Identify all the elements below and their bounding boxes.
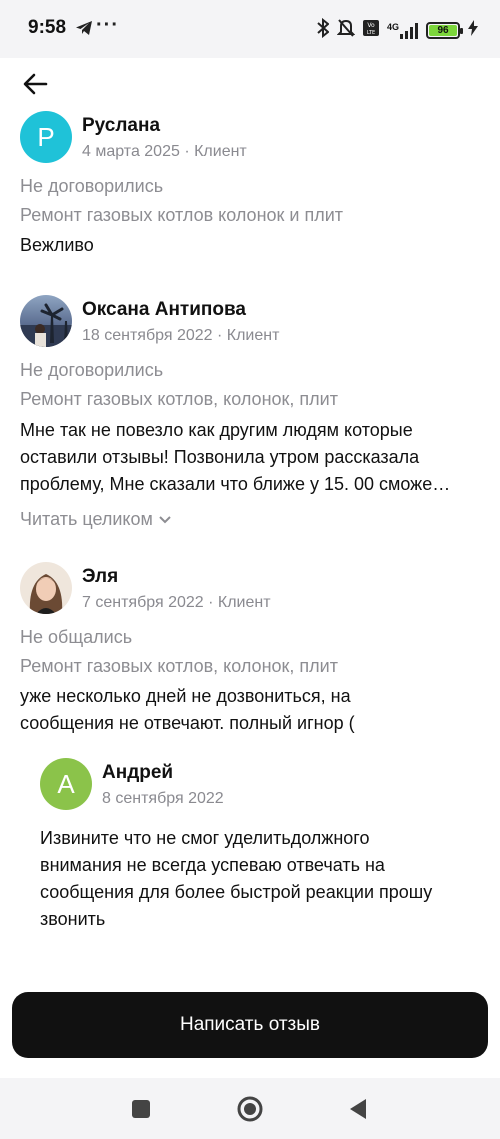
owner-reply: А Андрей 8 сентября 2022 Извините что не… <box>40 758 480 948</box>
write-review-button[interactable]: Написать отзыв <box>12 992 488 1058</box>
triangle-back-icon <box>350 1099 366 1119</box>
back-nav-button[interactable] <box>348 1098 368 1125</box>
home-button[interactable] <box>236 1095 264 1128</box>
bluetooth-icon <box>317 17 330 43</box>
avatar: А <box>40 758 92 810</box>
status-bar: 9:58 ··· Vo LTE 4G 96 <box>0 0 500 58</box>
review-meta: 4 марта 2025 · Клиент <box>82 143 247 160</box>
reply-text: Извините что не смог уделитьдолжного вни… <box>40 828 433 929</box>
svg-text:LTE: LTE <box>367 30 375 36</box>
avatar[interactable] <box>20 562 72 614</box>
review-text: Мне так не повезло как другим людям кото… <box>20 420 451 494</box>
arrow-left-icon <box>23 73 48 95</box>
recents-button[interactable] <box>132 1100 150 1123</box>
volte-icon: Vo LTE <box>362 19 379 42</box>
navigation-bar <box>0 1078 500 1139</box>
reply-date: 8 сентября 2022 <box>102 790 224 807</box>
review-text: уже несколько дней не дозвониться, на со… <box>20 686 355 733</box>
reviewer-name[interactable]: Эля <box>82 566 118 588</box>
battery-icon: 96 <box>426 22 463 39</box>
service-name: Ремонт газовых котлов, колонок, плит <box>20 656 338 676</box>
telegram-icon <box>75 20 93 41</box>
signal-icon: 4G <box>387 22 418 39</box>
more-notifications-icon: ··· <box>96 14 119 36</box>
reply-author-name: Андрей <box>102 762 174 783</box>
avatar[interactable] <box>20 295 72 347</box>
deal-status: Не общались <box>20 627 133 647</box>
reviewer-name[interactable]: Оксана Антипова <box>82 299 246 321</box>
read-more-link[interactable]: Читать целиком <box>20 509 171 530</box>
review-meta: 18 сентября 2022 · Клиент <box>82 327 280 344</box>
review-text: Вежливо <box>20 235 94 255</box>
svg-text:Vo: Vo <box>367 22 375 29</box>
service-name: Ремонт газовых котлов колонок и плит <box>20 205 343 225</box>
service-name: Ремонт газовых котлов, колонок, плит <box>20 389 338 409</box>
status-icons: Vo LTE 4G 96 <box>317 17 478 43</box>
chevron-down-icon <box>159 515 171 523</box>
avatar-photo <box>20 562 72 614</box>
avatar-photo <box>20 295 72 347</box>
bell-muted-icon <box>336 18 356 43</box>
status-time: 9:58 <box>28 17 67 38</box>
square-icon <box>132 1100 150 1118</box>
review-item: Оксана Антипова 18 сентября 2022 · Клиен… <box>20 295 480 535</box>
review-item: Р Руслана 4 марта 2025 · Клиент Не догов… <box>20 111 480 261</box>
back-button[interactable] <box>20 70 52 98</box>
deal-status: Не договорились <box>20 360 164 380</box>
circle-icon <box>237 1096 263 1122</box>
deal-status: Не договорились <box>20 176 164 196</box>
review-meta: 7 сентября 2022 · Клиент <box>82 594 271 611</box>
reviewer-name[interactable]: Руслана <box>82 115 160 137</box>
avatar[interactable]: Р <box>20 111 72 163</box>
charging-icon <box>468 20 478 41</box>
